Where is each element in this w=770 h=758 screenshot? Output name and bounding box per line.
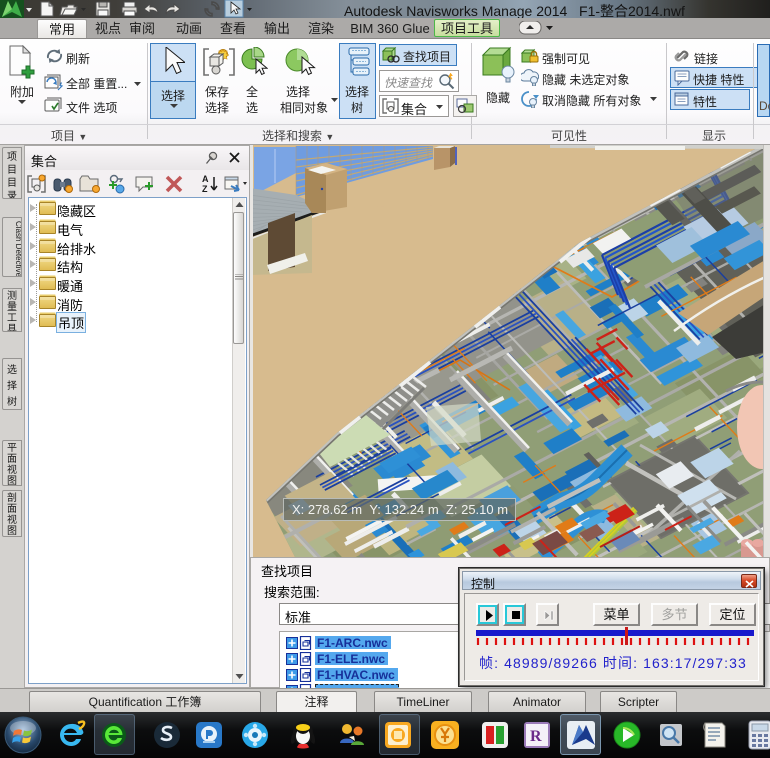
svg-text:Clash Detective: Clash Detective <box>14 221 21 277</box>
svg-text:视: 视 <box>7 513 17 526</box>
svg-text:项: 项 <box>7 151 17 163</box>
svg-text:具: 具 <box>7 323 17 332</box>
svg-text:Z: Z <box>202 184 208 194</box>
svg-text:图: 图 <box>7 525 17 537</box>
svg-text:R: R <box>530 728 542 745</box>
svg-text:目: 目 <box>7 165 17 176</box>
svg-text:剖: 剖 <box>7 491 17 504</box>
svg-text:图: 图 <box>7 475 17 486</box>
svg-text:选: 选 <box>7 363 17 376</box>
svg-text:树: 树 <box>7 395 17 408</box>
svg-text:目: 目 <box>7 178 17 189</box>
svg-text:录: 录 <box>7 190 17 199</box>
svg-text:平: 平 <box>7 443 17 454</box>
svg-text:面: 面 <box>7 504 17 515</box>
svg-text:A: A <box>202 174 209 184</box>
svg-text:工: 工 <box>7 313 17 324</box>
svg-text:量: 量 <box>7 301 17 313</box>
svg-text:择: 择 <box>7 379 17 392</box>
svg-text:面: 面 <box>7 454 17 465</box>
svg-text:测: 测 <box>7 289 17 302</box>
svg-text:视: 视 <box>7 463 17 476</box>
